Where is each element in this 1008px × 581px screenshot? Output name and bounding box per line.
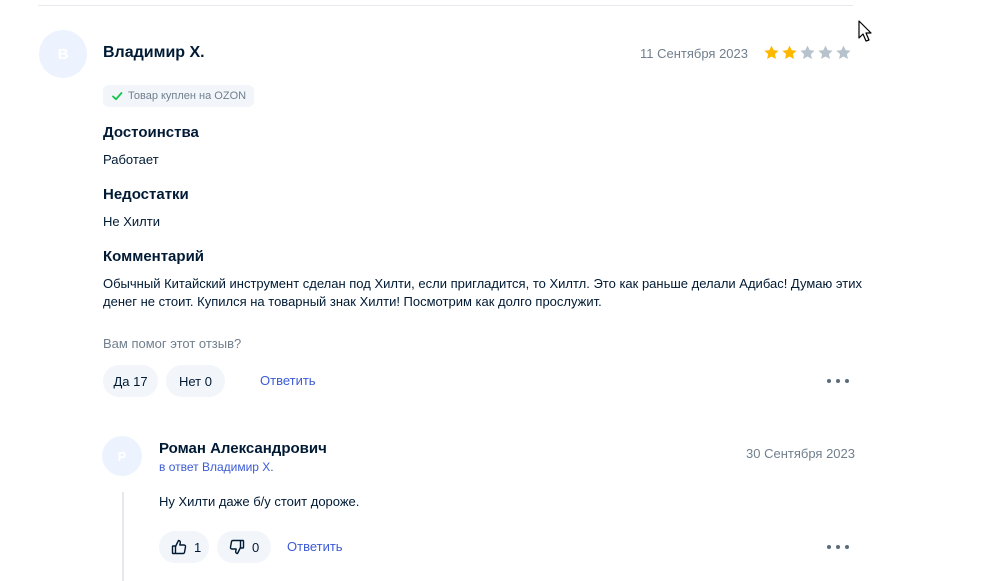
reply-to-link[interactable]: в ответ Владимир Х. bbox=[159, 460, 274, 474]
dislike-count: 0 bbox=[252, 539, 260, 555]
review-date: 11 Сентября 2023 bbox=[640, 46, 748, 61]
author-avatar[interactable]: В bbox=[39, 30, 87, 78]
star-empty-icon bbox=[817, 44, 834, 61]
reply-button[interactable]: Ответить bbox=[260, 373, 316, 388]
purchase-badge: Товар куплен на OZON bbox=[103, 85, 255, 107]
helpful-question: Вам помог этот отзыв? bbox=[103, 336, 242, 351]
reply-thread-line bbox=[122, 492, 124, 581]
dot bbox=[845, 545, 849, 549]
dot bbox=[836, 545, 840, 549]
top-divider bbox=[38, 5, 853, 6]
author-name[interactable]: Владимир Х. bbox=[103, 44, 205, 62]
helpful-yes-button[interactable]: Да 17 bbox=[103, 365, 158, 397]
like-count: 1 bbox=[194, 539, 202, 555]
thumbs-down-icon bbox=[229, 539, 245, 555]
like-button[interactable]: 1 bbox=[159, 531, 209, 563]
pros-text: Работает bbox=[103, 152, 159, 167]
reply-more-dots-icon[interactable] bbox=[827, 542, 849, 552]
reply-date: 30 Сентября 2023 bbox=[746, 446, 855, 461]
reply-text: Ну Хилти даже б/у стоит дороже. bbox=[159, 494, 360, 509]
dot bbox=[836, 379, 840, 383]
purchase-badge-label: Товар куплен на OZON bbox=[128, 90, 247, 102]
star-empty-icon bbox=[835, 44, 852, 61]
comment-title: Комментарий bbox=[103, 248, 205, 265]
reply-author-name[interactable]: Роман Александрович bbox=[159, 440, 327, 457]
star-empty-icon bbox=[799, 44, 816, 61]
cons-title: Недостатки bbox=[103, 186, 189, 203]
dot bbox=[827, 379, 831, 383]
dislike-button[interactable]: 0 bbox=[217, 531, 271, 563]
mouse-cursor-icon bbox=[858, 20, 872, 42]
review-page: В Владимир Х. 11 Сентября 2023 Товар куп… bbox=[0, 0, 1008, 581]
check-icon bbox=[111, 90, 123, 102]
reply-author-avatar[interactable]: Р bbox=[102, 436, 142, 476]
helpful-no-button[interactable]: Нет 0 bbox=[166, 365, 225, 397]
more-dots-icon[interactable] bbox=[827, 376, 849, 386]
dot bbox=[845, 379, 849, 383]
rating-stars bbox=[763, 44, 852, 61]
dot bbox=[827, 545, 831, 549]
cons-text: Не Хилти bbox=[103, 214, 160, 229]
star-filled-icon bbox=[763, 44, 780, 61]
star-filled-icon bbox=[781, 44, 798, 61]
pros-title: Достоинства bbox=[103, 124, 199, 141]
thumbs-up-icon bbox=[171, 539, 187, 555]
comment-text: Обычный Китайский инструмент сделан под … bbox=[103, 276, 862, 309]
reply-reply-button[interactable]: Ответить bbox=[287, 539, 343, 554]
